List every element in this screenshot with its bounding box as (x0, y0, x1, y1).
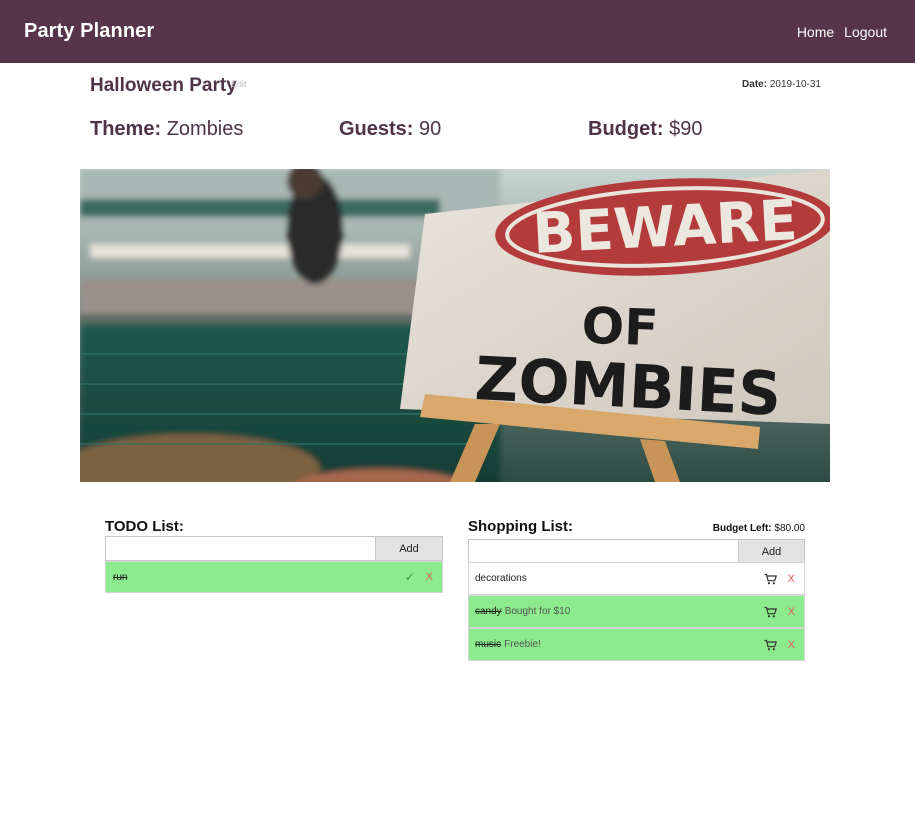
todo-add-button[interactable]: Add (375, 536, 443, 561)
shopping-item-note: Bought for $10 (504, 606, 571, 617)
todo-item-name: run (113, 571, 128, 583)
nav-logout-link[interactable]: Logout (844, 24, 887, 40)
nav-home-link[interactable]: Home (797, 24, 834, 40)
shopping-input[interactable] (468, 539, 738, 564)
remove-icon[interactable]: X (788, 573, 795, 585)
remove-icon[interactable]: X (788, 639, 795, 651)
budget-left-value: $80.00 (774, 523, 805, 534)
shopping-item-note: Freebie! (504, 639, 541, 650)
guests-value: 90 (419, 118, 442, 140)
shopping-item-actions: X (764, 563, 795, 594)
todo-add-row: Add (105, 536, 443, 561)
budget-stat: Budget: $90 (588, 118, 702, 141)
party-theme-image: BEWARE OF ZOMBIES (80, 169, 830, 482)
shopping-add-row: Add (468, 539, 805, 564)
todo-item: run ✓ X (105, 561, 443, 593)
todo-item-actions: ✓ X (405, 562, 433, 592)
navbar: Party Planner Home Logout (0, 0, 915, 63)
shopping-add-button[interactable]: Add (738, 539, 805, 564)
check-icon[interactable]: ✓ (405, 570, 415, 584)
shopping-item-name: decorations (475, 573, 527, 584)
shopping-item-actions: X (764, 629, 795, 660)
cart-icon[interactable] (764, 606, 777, 618)
shopping-item: decorations X (468, 562, 805, 595)
party-title: Halloween Party (90, 75, 237, 96)
shopping-item-actions: X (764, 596, 795, 627)
brand-logo[interactable]: Party Planner (24, 20, 154, 43)
shopping-item: candy Bought for $10 X (468, 595, 805, 628)
shopping-item-name: music (475, 639, 502, 650)
todo-input[interactable] (105, 536, 375, 561)
date-label: Date: (742, 79, 768, 90)
budget-left-label: Budget Left: (712, 523, 772, 534)
guests-label: Guests: (339, 118, 414, 140)
shopping-list-title: Shopping List: (468, 518, 573, 535)
party-date: Date: 2019-10-31 (742, 79, 821, 90)
remove-icon[interactable]: X (788, 606, 795, 618)
guests-stat: Guests: 90 (339, 118, 441, 141)
theme-stat: Theme: Zombies (90, 118, 243, 141)
shopping-item: music Freebie! X (468, 628, 805, 661)
sign-line-1: BEWARE (531, 188, 799, 267)
date-value: 2019-10-31 (769, 79, 821, 90)
beware-of-zombies-photo: BEWARE OF ZOMBIES (80, 169, 830, 482)
theme-value: Zombies (166, 118, 244, 140)
todo-list-title: TODO List: (105, 518, 184, 535)
remove-icon[interactable]: X (426, 571, 433, 583)
edit-party-link[interactable]: Edit (231, 79, 247, 89)
cart-icon[interactable] (764, 639, 777, 651)
budget-value: $90 (669, 118, 703, 140)
cart-icon[interactable] (764, 573, 777, 585)
budget-label: Budget: (588, 118, 664, 140)
sign-line-2: OF (581, 297, 660, 358)
shopping-item-name: candy (475, 606, 502, 617)
budget-left: Budget Left: $80.00 (713, 523, 805, 534)
nav-links: Home Logout (797, 24, 887, 40)
theme-label: Theme: (90, 118, 162, 140)
